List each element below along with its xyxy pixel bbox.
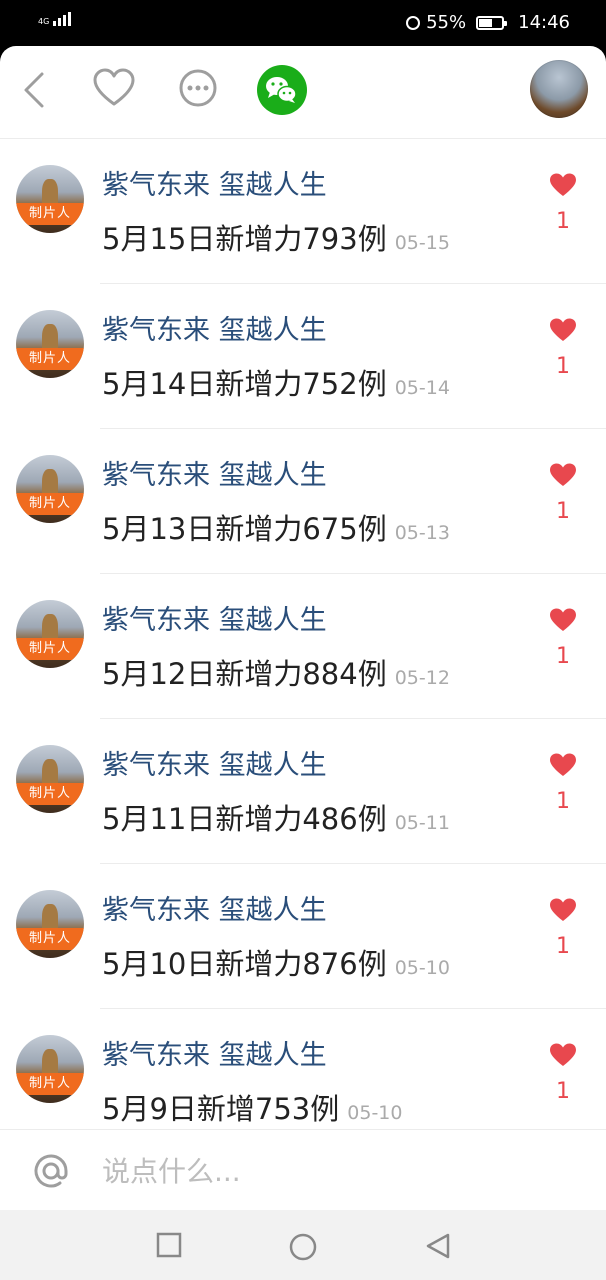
like-count: 1: [556, 209, 570, 234]
comment-date: 05-15: [394, 232, 450, 254]
comment-input-bar: [0, 1129, 606, 1210]
comment-list: 制片人 紫气东来 玺越人生 5月15日新增力793例 05-15 1 制片人 紫气…: [0, 139, 606, 1154]
like-button[interactable]: 1: [548, 173, 578, 235]
comment-item[interactable]: 制片人 紫气东来 玺越人生 5月15日新增力793例 05-15 1: [0, 139, 606, 284]
comment-text: 5月9日新增753例 05-10: [102, 1091, 402, 1131]
comment-author[interactable]: 紫气东来 玺越人生: [102, 169, 327, 203]
like-count: 1: [556, 1079, 570, 1104]
avatar[interactable]: 制片人: [16, 745, 84, 813]
comment-body: 5月9日新增753例: [102, 1092, 340, 1126]
avatar[interactable]: 制片人: [16, 165, 84, 233]
avatar[interactable]: 制片人: [16, 310, 84, 378]
comment-author[interactable]: 紫气东来 玺越人生: [102, 314, 327, 348]
comment-item[interactable]: 制片人 紫气东来 玺越人生 5月11日新增力486例 05-11 1: [0, 719, 606, 864]
avatar[interactable]: 制片人: [16, 600, 84, 668]
clock: 14:46: [518, 12, 570, 33]
comment-author[interactable]: 紫气东来 玺越人生: [102, 604, 327, 638]
wechat-icon[interactable]: [256, 64, 308, 120]
more-icon[interactable]: [178, 68, 218, 112]
comment-date: 05-10: [347, 1102, 403, 1124]
producer-badge: 制片人: [16, 783, 84, 805]
comment-item[interactable]: 制片人 紫气东来 玺越人生 5月10日新增力876例 05-10 1: [0, 864, 606, 1009]
user-avatar[interactable]: [530, 60, 588, 118]
comment-item[interactable]: 制片人 紫气东来 玺越人生 5月14日新增力752例 05-14 1: [0, 284, 606, 429]
square-icon[interactable]: [156, 1232, 182, 1262]
top-toolbar: [0, 46, 606, 139]
status-right: 55% 14:46: [406, 12, 570, 34]
producer-badge: 制片人: [16, 638, 84, 660]
heart-filled-icon: [550, 1043, 576, 1066]
comment-item[interactable]: 制片人 紫气东来 玺越人生 5月13日新增力675例 05-13 1: [0, 429, 606, 574]
producer-badge: 制片人: [16, 493, 84, 515]
back-triangle-icon[interactable]: [424, 1232, 452, 1264]
comment-body: 5月14日新增力752例: [102, 367, 387, 401]
at-mention-icon[interactable]: [32, 1152, 70, 1194]
comment-text: 5月12日新增力884例 05-12: [102, 656, 450, 696]
comment-author[interactable]: 紫气东来 玺越人生: [102, 459, 327, 493]
screen: 4G 55% 14:46 制片人 紫气东来 玺越人生 5月15日新增力793例 …: [0, 0, 606, 1280]
back-icon[interactable]: [20, 70, 50, 114]
heart-icon[interactable]: [92, 68, 136, 112]
heart-filled-icon: [550, 173, 576, 196]
battery-percent: 55%: [426, 12, 467, 33]
comment-date: 05-10: [394, 957, 450, 979]
like-count: 1: [556, 644, 570, 669]
heart-filled-icon: [550, 463, 576, 486]
alarm-icon: [406, 16, 421, 30]
comment-date: 05-12: [394, 667, 450, 689]
comment-item[interactable]: 制片人 紫气东来 玺越人生 5月12日新增力884例 05-12 1: [0, 574, 606, 719]
like-button[interactable]: 1: [548, 1043, 578, 1105]
avatar[interactable]: 制片人: [16, 1035, 84, 1103]
comment-date: 05-11: [394, 812, 450, 834]
comment-body: 5月12日新增力884例: [102, 657, 387, 691]
comment-author[interactable]: 紫气东来 玺越人生: [102, 749, 327, 783]
producer-badge: 制片人: [16, 928, 84, 950]
comment-author[interactable]: 紫气东来 玺越人生: [102, 894, 327, 928]
comment-body: 5月13日新增力675例: [102, 512, 387, 546]
heart-filled-icon: [550, 898, 576, 921]
like-button[interactable]: 1: [548, 318, 578, 380]
comment-body: 5月10日新增力876例: [102, 947, 387, 981]
comment-text: 5月11日新增力486例 05-11: [102, 801, 450, 841]
comment-text: 5月10日新增力876例 05-10: [102, 946, 450, 986]
producer-badge: 制片人: [16, 348, 84, 370]
comment-text: 5月15日新增力793例 05-15: [102, 221, 450, 261]
network-type: 4G: [38, 17, 50, 26]
comment-text: 5月14日新增力752例 05-14: [102, 366, 450, 406]
comment-body: 5月15日新增力793例: [102, 222, 387, 256]
producer-badge: 制片人: [16, 203, 84, 225]
comment-author[interactable]: 紫气东来 玺越人生: [102, 1039, 327, 1073]
comment-input[interactable]: [100, 1150, 544, 1192]
like-count: 1: [556, 354, 570, 379]
comment-text: 5月13日新增力675例 05-13: [102, 511, 450, 551]
status-bar: 4G 55% 14:46: [0, 0, 606, 46]
system-nav-bar: [0, 1210, 606, 1280]
like-count: 1: [556, 934, 570, 959]
like-count: 1: [556, 499, 570, 524]
comment-date: 05-13: [394, 522, 450, 544]
like-button[interactable]: 1: [548, 463, 578, 525]
producer-badge: 制片人: [16, 1073, 84, 1095]
like-button[interactable]: 1: [548, 898, 578, 960]
battery-icon: [476, 16, 508, 30]
signal-icon: 4G: [38, 12, 72, 26]
like-count: 1: [556, 789, 570, 814]
heart-filled-icon: [550, 608, 576, 631]
home-circle-icon[interactable]: [288, 1232, 318, 1266]
comment-date: 05-14: [394, 377, 450, 399]
avatar[interactable]: 制片人: [16, 455, 84, 523]
comment-body: 5月11日新增力486例: [102, 802, 387, 836]
like-button[interactable]: 1: [548, 753, 578, 815]
avatar[interactable]: 制片人: [16, 890, 84, 958]
heart-filled-icon: [550, 318, 576, 341]
like-button[interactable]: 1: [548, 608, 578, 670]
heart-filled-icon: [550, 753, 576, 776]
comments-sheet: 制片人 紫气东来 玺越人生 5月15日新增力793例 05-15 1 制片人 紫气…: [0, 46, 606, 1210]
